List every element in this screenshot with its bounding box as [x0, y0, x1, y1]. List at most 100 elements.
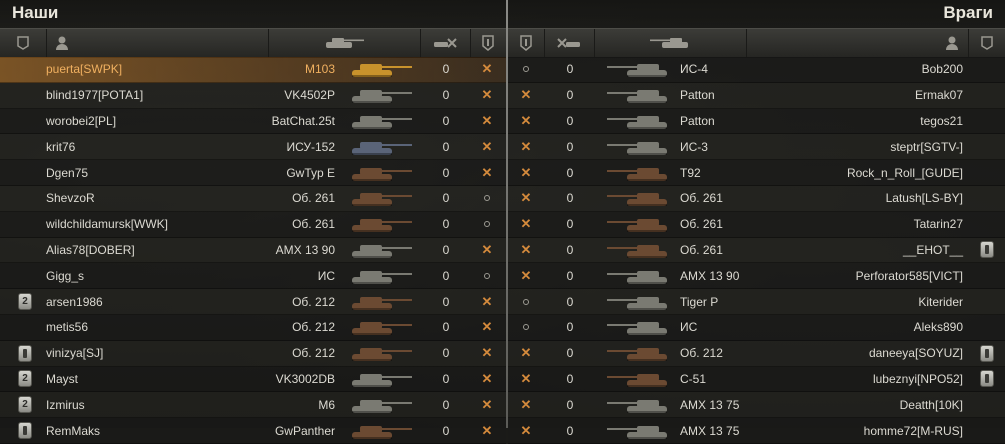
- left-team-row[interactable]: 2 arsen1986 Об. 212 0 ✕: [0, 289, 506, 315]
- tank-name: Об. 261: [680, 191, 723, 206]
- badge-cell: [976, 212, 998, 237]
- left-team-row[interactable]: 2 Izmirus M6 0 ✕: [0, 392, 506, 419]
- player-name: Alias78[DOBER]: [46, 242, 135, 257]
- right-team-row[interactable]: ✕ 0 Об. 261 __EHOT__: [508, 237, 1005, 264]
- left-team-title: Наши: [12, 3, 59, 22]
- tank-name: ИС-4: [680, 62, 708, 77]
- badge-cell: [976, 83, 998, 108]
- right-team-row[interactable]: 0 ИС-4 Bob200: [508, 57, 1005, 83]
- frags-count: 0: [442, 191, 450, 206]
- destroyed-icon: ✕: [520, 164, 532, 180]
- right-team-row[interactable]: 0 ИС Aleks890: [508, 314, 1005, 341]
- tank-image: [346, 289, 416, 314]
- status-column-header[interactable]: [470, 29, 506, 57]
- destroyed-icon: ✕: [520, 190, 532, 206]
- vehicle-status: [512, 57, 540, 82]
- tank-name: M103: [304, 62, 335, 77]
- frags-count: 0: [566, 242, 574, 257]
- vehicle-status: ✕: [512, 263, 540, 288]
- tank-column-icon: [326, 38, 364, 48]
- player-name: Rock_n_Roll_[GUDE]: [846, 165, 963, 180]
- right-team-row[interactable]: ✕ 0 ИС-3 steptr[SGTV-]: [508, 134, 1005, 161]
- alive-icon: [484, 221, 490, 228]
- left-team-row[interactable]: blind1977[POTA1] VK4502P 0 ✕: [0, 82, 506, 109]
- player-name: puerta[SWPK]: [46, 62, 123, 77]
- vehicle-status: ✕: [512, 186, 540, 211]
- left-team-row[interactable]: Alias78[DOBER] AMX 13 90 0 ✕: [0, 237, 506, 264]
- tank-image: [600, 315, 675, 340]
- badge-cell: [14, 160, 36, 185]
- tank-image: [600, 238, 675, 263]
- right-team-row[interactable]: ✕ 0 Patton tegos21: [508, 108, 1005, 135]
- tank-name: Об. 212: [680, 346, 723, 361]
- left-team-row[interactable]: vinizya[SJ] Об. 212 0 ✕: [0, 340, 506, 367]
- tank-silhouette-icon: [606, 244, 667, 258]
- vehicle-status: ✕: [512, 109, 540, 134]
- destroyed-icon: ✕: [481, 293, 493, 309]
- right-team-row[interactable]: 0 Tiger P Kiterider: [508, 289, 1005, 315]
- rank-badge-icon: [980, 370, 994, 388]
- frags-count: 0: [566, 371, 574, 386]
- right-team-row[interactable]: ✕ 0 Об. 261 Latush[LS-BY]: [508, 185, 1005, 212]
- player-name: Gigg_s: [46, 268, 85, 283]
- vehicle-status: ✕: [512, 134, 540, 159]
- left-team-row[interactable]: Dgen75 GwTyp E 0 ✕: [0, 160, 506, 186]
- tank-column-header[interactable]: [268, 29, 421, 57]
- right-team-row[interactable]: ✕ 0 Об. 212 daneeya[SOYUZ]: [508, 340, 1005, 367]
- left-team-row[interactable]: ShevzoR Об. 261 0: [0, 185, 506, 212]
- tank-name: ИСУ-152: [286, 139, 335, 154]
- rank-badge-icon: 2: [18, 396, 32, 414]
- right-team-title: Враги: [943, 3, 993, 22]
- tank-column-header[interactable]: [594, 29, 747, 57]
- player-column-header[interactable]: [46, 29, 269, 57]
- player-column-header[interactable]: [746, 29, 969, 57]
- badge-cell: [976, 418, 998, 443]
- vehicle-status: ✕: [472, 57, 502, 82]
- left-team-row[interactable]: worobei2[PL] BatChat.25t 0 ✕: [0, 108, 506, 135]
- right-team-row[interactable]: ✕ 0 Об. 261 Tatarin27: [508, 211, 1005, 238]
- right-team-row[interactable]: ✕ 0 AMX 13 90 Perforator585[VICT]: [508, 263, 1005, 290]
- right-team-row[interactable]: ✕ 0 AMX 13 75 homme72[M-RUS]: [508, 418, 1005, 444]
- destroyed-icon: ✕: [481, 319, 493, 335]
- tank-name: T92: [680, 165, 701, 180]
- frags-count: 0: [566, 423, 574, 438]
- tank-image: [346, 186, 416, 211]
- left-team-row[interactable]: Gigg_s ИС 0: [0, 263, 506, 290]
- left-team-row[interactable]: 2 Mayst VK3002DB 0 ✕: [0, 366, 506, 393]
- left-team-row[interactable]: puerta[SWPK] M103 0 ✕: [0, 57, 506, 83]
- right-team-row[interactable]: ✕ 0 AMX 13 75 Deatth[10K]: [508, 392, 1005, 419]
- destroyed-icon: ✕: [520, 112, 532, 128]
- frags-count: 0: [566, 397, 574, 412]
- tank-silhouette-icon: [352, 64, 412, 78]
- tank-name: VK4502P: [284, 88, 335, 103]
- badge-cell: [976, 367, 998, 392]
- tank-image: [600, 134, 675, 159]
- player-column-icon: [946, 36, 958, 50]
- frags-column-header[interactable]: [544, 29, 595, 57]
- left-team-row[interactable]: krit76 ИСУ-152 0 ✕: [0, 134, 506, 161]
- badge-cell: [976, 134, 998, 159]
- destroyed-icon: ✕: [520, 241, 532, 257]
- frags-column-header[interactable]: [420, 29, 471, 57]
- vehicle-status: ✕: [512, 238, 540, 263]
- tank-name: ИС: [680, 320, 698, 335]
- badge-column-header[interactable]: [0, 29, 47, 57]
- left-team-row[interactable]: RemMaks GwPanther 0 ✕: [0, 418, 506, 444]
- player-name: vinizya[SJ]: [46, 346, 104, 361]
- left-team-row[interactable]: metis56 Об. 212 0 ✕: [0, 314, 506, 341]
- right-team-list: 0 ИС-4 Bob200 ✕ 0 Patton Ermak07 ✕ 0 Patton tegos2…: [508, 57, 1005, 444]
- left-team-row[interactable]: wildchildamursk[WWK] Об. 261 0: [0, 211, 506, 238]
- frags-count: 0: [566, 320, 574, 335]
- tank-image: [346, 83, 416, 108]
- tank-silhouette-icon: [352, 193, 412, 207]
- right-team-row[interactable]: ✕ 0 Patton Ermak07: [508, 82, 1005, 109]
- destroyed-icon: ✕: [481, 61, 493, 77]
- frags-count: 0: [442, 88, 450, 103]
- badge-column-header[interactable]: [968, 29, 1005, 57]
- tank-image: [346, 57, 416, 82]
- tank-silhouette-icon: [606, 219, 667, 233]
- right-team-row[interactable]: ✕ 0 T92 Rock_n_Roll_[GUDE]: [508, 160, 1005, 186]
- right-team-row[interactable]: ✕ 0 C-51 lubeznyi[NPO52]: [508, 366, 1005, 393]
- status-column-header[interactable]: [508, 29, 545, 57]
- tank-image: [346, 238, 416, 263]
